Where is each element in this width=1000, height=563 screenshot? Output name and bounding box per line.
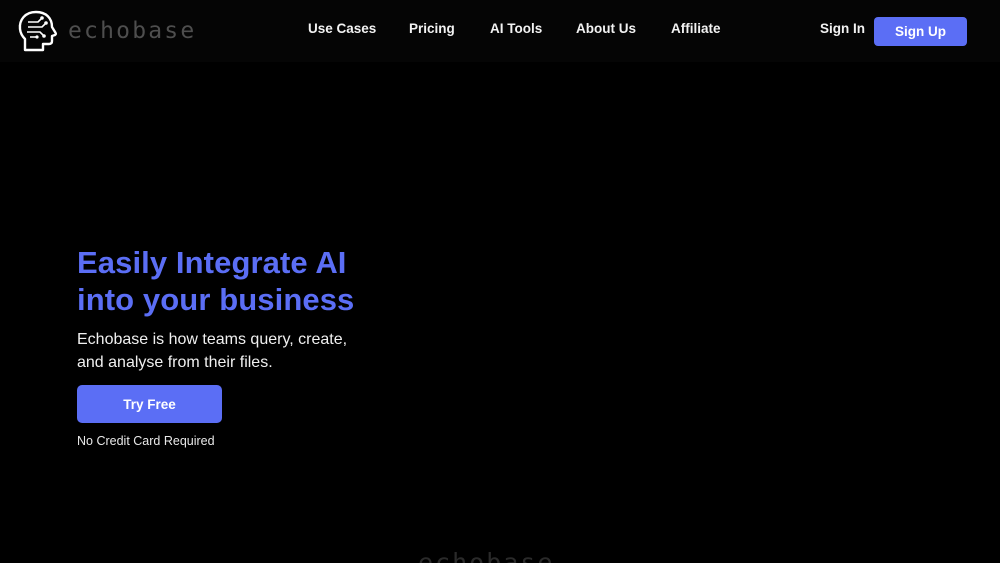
sign-up-button[interactable]: Sign Up bbox=[874, 17, 967, 46]
nav-link-use-cases[interactable]: Use Cases bbox=[308, 21, 376, 36]
hero-section: Easily Integrate AI into your business E… bbox=[77, 244, 497, 448]
hero-title: Easily Integrate AI into your business bbox=[77, 244, 497, 318]
footer-watermark: echobase bbox=[418, 548, 555, 563]
no-credit-card-note: No Credit Card Required bbox=[77, 434, 215, 448]
nav-link-about-us[interactable]: About Us bbox=[576, 21, 636, 36]
hero-title-line2: into your business bbox=[77, 282, 355, 317]
try-free-button[interactable]: Try Free bbox=[77, 385, 222, 423]
nav-link-pricing[interactable]: Pricing bbox=[409, 21, 455, 36]
nav-link-affiliate[interactable]: Affiliate bbox=[671, 21, 721, 36]
hero-subtitle: Echobase is how teams query, create, and… bbox=[77, 331, 348, 371]
top-navbar: echobase Use Cases Pricing AI Tools Abou… bbox=[0, 0, 1000, 62]
hero-title-line1: Easily Integrate AI bbox=[77, 245, 347, 280]
sign-in-link[interactable]: Sign In bbox=[820, 21, 865, 36]
nav-link-ai-tools[interactable]: AI Tools bbox=[490, 21, 542, 36]
